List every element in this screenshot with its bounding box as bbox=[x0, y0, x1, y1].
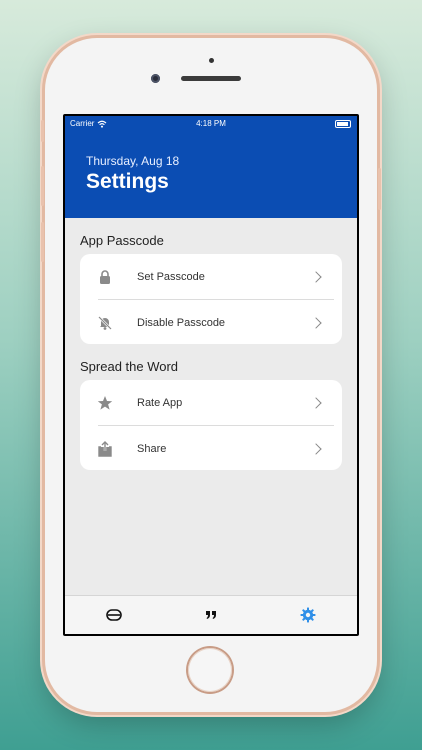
tab-settings[interactable] bbox=[259, 596, 356, 634]
section-title-spread-the-word: Spread the Word bbox=[80, 359, 179, 374]
share-row[interactable]: Share bbox=[80, 426, 342, 471]
disable-passcode-label: Disable Passcode bbox=[137, 316, 226, 329]
phone-frame: Carrier 4:18 PM Thursday, Aug 18 Setting… bbox=[41, 38, 381, 712]
battery-icon bbox=[335, 120, 351, 128]
gear-icon bbox=[300, 607, 315, 623]
status-bar: Carrier 4:18 PM bbox=[65, 116, 357, 130]
page-title: Settings bbox=[86, 170, 169, 193]
tab-capsule[interactable] bbox=[65, 596, 162, 634]
status-time: 4:18 PM bbox=[196, 119, 226, 128]
tab-quotes[interactable] bbox=[162, 596, 259, 634]
card-spread-the-word: Rate App Share bbox=[80, 380, 342, 470]
set-passcode-label: Set Passcode bbox=[137, 270, 205, 283]
chevron-right-icon bbox=[310, 316, 322, 329]
sensor bbox=[209, 58, 214, 63]
home-button[interactable] bbox=[188, 648, 232, 692]
chevron-right-icon bbox=[310, 270, 322, 283]
side-button-left-2 bbox=[41, 166, 44, 206]
side-button-right bbox=[378, 168, 381, 210]
screen: Carrier 4:18 PM Thursday, Aug 18 Setting… bbox=[63, 114, 359, 636]
chevron-right-icon bbox=[310, 442, 322, 455]
set-passcode-row[interactable]: Set Passcode bbox=[80, 254, 342, 299]
app-screen: Carrier 4:18 PM Thursday, Aug 18 Setting… bbox=[65, 116, 357, 634]
earpiece-speaker bbox=[181, 76, 241, 81]
star-icon bbox=[96, 394, 114, 412]
front-camera bbox=[151, 74, 160, 83]
header: Carrier 4:18 PM Thursday, Aug 18 Setting… bbox=[65, 116, 357, 218]
header-date: Thursday, Aug 18 bbox=[86, 154, 180, 168]
rate-app-label: Rate App bbox=[137, 396, 183, 409]
chevron-right-icon bbox=[310, 396, 322, 409]
lock-icon bbox=[96, 268, 114, 286]
bell-slash-icon bbox=[96, 314, 114, 332]
rate-app-row[interactable]: Rate App bbox=[80, 380, 342, 425]
disable-passcode-row[interactable]: Disable Passcode bbox=[80, 300, 342, 345]
quote-icon bbox=[205, 611, 216, 619]
share-icon bbox=[96, 440, 114, 458]
card-app-passcode: Set Passcode Disable Passcode bbox=[80, 254, 342, 344]
section-title-app-passcode: App Passcode bbox=[80, 233, 164, 248]
side-button-left-1 bbox=[41, 120, 44, 142]
share-label: Share bbox=[137, 442, 167, 455]
capsule-icon bbox=[105, 609, 122, 621]
tab-bar bbox=[65, 595, 357, 634]
side-button-left-3 bbox=[41, 222, 44, 262]
